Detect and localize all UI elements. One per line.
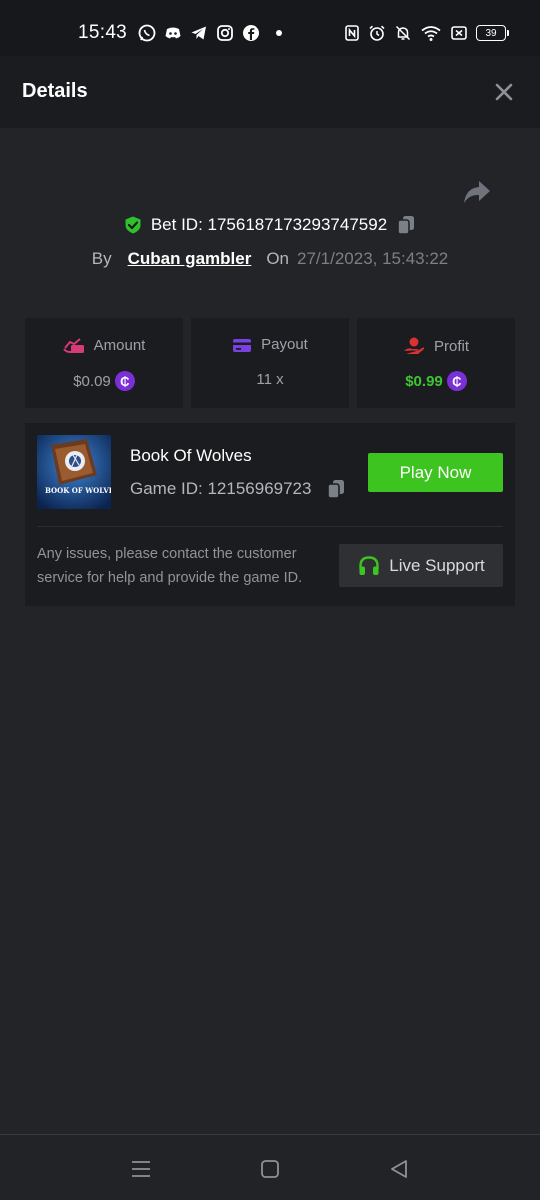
facebook-icon xyxy=(243,25,259,41)
home-icon[interactable] xyxy=(258,1157,282,1181)
divider xyxy=(37,526,503,527)
discord-icon xyxy=(165,27,181,39)
x-icon xyxy=(451,26,467,40)
battery-icon: 39 xyxy=(476,25,509,41)
game-thumbnail[interactable]: BOOK OF WOLVES xyxy=(37,435,111,509)
payout-label: Payout xyxy=(261,336,308,353)
telegram-icon xyxy=(191,26,206,40)
game-id: Game ID: 12156969723 xyxy=(130,479,312,498)
game-id-row: Game ID: 12156969723 xyxy=(130,478,347,500)
amount-value: $0.09 xyxy=(73,372,111,390)
status-system-icons: 39 xyxy=(344,24,509,42)
back-icon[interactable] xyxy=(387,1157,411,1181)
page-title: Details xyxy=(22,80,88,102)
game-card: BOOK OF WOLVES Book Of Wolves Game ID: 1… xyxy=(25,423,515,606)
bet-date: 27/1/2023, 15:43:22 xyxy=(297,249,449,268)
play-now-button[interactable]: Play Now xyxy=(368,453,503,492)
system-nav-bar xyxy=(0,1134,540,1200)
user-link[interactable]: Cuban gambler xyxy=(128,249,252,269)
bet-id-row: Bet ID: 1756187173293747592 xyxy=(0,214,540,236)
bet-id: Bet ID: 1756187173293747592 xyxy=(150,215,388,234)
thumb-text: BOOK OF WOLVES xyxy=(45,486,111,495)
status-app-icons xyxy=(138,24,282,42)
by-label: By xyxy=(91,249,112,268)
amount-label: Amount xyxy=(93,336,146,354)
on-label: On xyxy=(266,249,290,268)
copy-bet-id-icon[interactable] xyxy=(395,214,417,236)
verified-shield-icon xyxy=(125,216,141,234)
alarm-icon xyxy=(369,25,385,41)
menu-icon[interactable] xyxy=(129,1157,153,1181)
game-name: Book Of Wolves xyxy=(130,446,252,465)
profit-value: $0.99 xyxy=(405,372,443,390)
copy-game-id-icon[interactable] xyxy=(325,478,347,500)
payout-value: 11 x xyxy=(256,371,284,388)
status-time: 15:43 xyxy=(78,22,128,43)
coin-icon: ₵ xyxy=(114,371,135,391)
headset-icon xyxy=(359,555,379,575)
coin-icon: ₵ xyxy=(446,371,467,391)
bet-author-row: By Cuban gambler On 27/1/2023, 15:43:22 xyxy=(0,249,540,269)
payout-card-icon xyxy=(233,338,252,352)
mute-icon xyxy=(395,25,411,41)
amount-stat: Amount $0.09 ₵ xyxy=(25,318,183,408)
profit-stat: Profit $0.99 ₵ xyxy=(357,318,515,408)
page-header: Details xyxy=(0,56,540,128)
notification-dot xyxy=(276,30,282,36)
live-support-label: Live Support xyxy=(389,555,485,575)
profit-hand-icon xyxy=(403,337,425,354)
nfc-icon xyxy=(345,25,359,41)
payout-stat: Payout 11 x xyxy=(191,318,349,408)
share-icon[interactable] xyxy=(462,178,492,206)
whatsapp-icon xyxy=(138,24,156,42)
status-bar: 15:43 39 xyxy=(0,0,540,56)
instagram-icon xyxy=(217,25,233,41)
profit-label: Profit xyxy=(433,337,469,355)
wifi-icon xyxy=(421,26,441,41)
issues-text: Any issues, please contact the customer … xyxy=(37,546,303,586)
amount-icon xyxy=(62,338,84,353)
close-icon[interactable] xyxy=(492,80,516,104)
live-support-button[interactable]: Live Support xyxy=(339,544,503,587)
